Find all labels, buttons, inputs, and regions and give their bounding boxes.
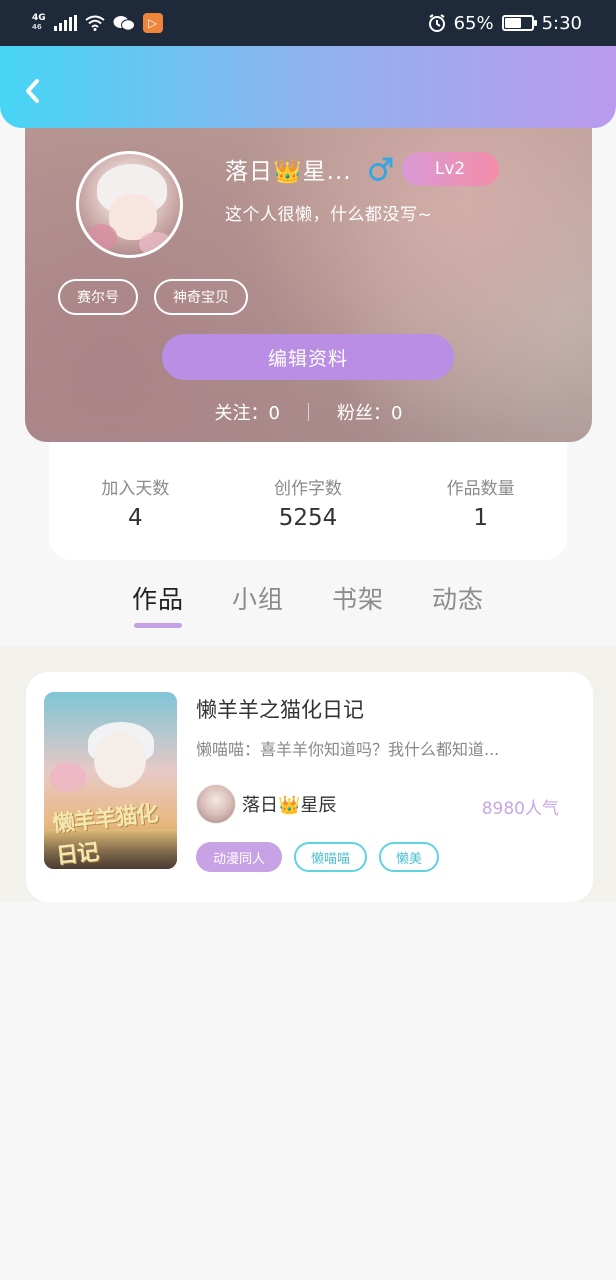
list-item[interactable]: 懒羊羊猫化日记 懒羊羊之猫化日记 懒喵喵：喜羊羊你知道吗？我什么都知道... 落…	[26, 672, 593, 902]
alarm-icon	[428, 14, 445, 32]
stat-value: 1	[473, 505, 488, 531]
status-bar: 4G 46 ▷ 65% 5:30	[0, 0, 616, 46]
network-sub: 46	[32, 23, 42, 31]
followers-count[interactable]: 粉丝：0	[337, 399, 402, 425]
tab-groups[interactable]: 小组	[232, 574, 284, 646]
stat-label: 创作字数	[273, 479, 342, 499]
back-button[interactable]	[20, 76, 44, 106]
wifi-icon	[85, 15, 105, 31]
status-left: 4G 46 ▷	[32, 13, 163, 33]
works-list: 懒羊羊猫化日记 懒羊羊之猫化日记 懒喵喵：喜羊羊你知道吗？我什么都知道... 落…	[0, 646, 616, 902]
category-tag[interactable]: 动漫同人	[196, 842, 283, 872]
author-row[interactable]: 落日👑星辰	[196, 784, 336, 824]
tab-works[interactable]: 作品	[132, 574, 184, 646]
top-header	[0, 46, 616, 128]
screen: 4G 46 ▷ 65% 5:30 落日👑星... Lv2 这个人很懒，什么都没写…	[0, 0, 616, 1280]
interest-tag[interactable]: 赛尔号	[58, 279, 138, 315]
avatar[interactable]	[76, 151, 183, 258]
stat-value: 4	[128, 505, 143, 531]
follow-stats: 关注：0 粉丝：0	[25, 398, 592, 426]
level-badge: Lv2	[401, 152, 499, 186]
stat-label: 作品数量	[446, 479, 515, 499]
keyword-tag[interactable]: 懒美	[379, 842, 440, 872]
tab-activity[interactable]: 动态	[432, 574, 484, 646]
wechat-icon	[113, 16, 135, 31]
stat-label: 加入天数	[101, 479, 170, 499]
stat-works-count: 作品数量 1	[401, 474, 561, 560]
clock: 5:30	[541, 12, 582, 34]
tab-bookshelf[interactable]: 书架	[332, 574, 384, 646]
stat-value: 5254	[278, 505, 338, 531]
male-symbol-icon	[368, 157, 393, 181]
cover-title: 懒羊羊猫化日记	[51, 801, 159, 869]
author-name: 落日👑星辰	[242, 795, 337, 816]
author-avatar[interactable]	[196, 784, 236, 824]
interest-tags: 赛尔号 神奇宝贝	[58, 279, 248, 315]
app-notification-icon: ▷	[142, 13, 163, 33]
work-tags: 动漫同人 懒喵喵 懒美	[196, 842, 440, 872]
status-right: 65% 5:30	[428, 13, 582, 34]
keyword-tag[interactable]: 懒喵喵	[294, 842, 368, 872]
interest-tag[interactable]: 神奇宝贝	[154, 279, 248, 315]
network-indicator: 4G 46	[32, 14, 46, 32]
user-bio: 这个人很懒，什么都没写~	[225, 205, 433, 225]
network-type: 4G	[32, 13, 46, 23]
stat-join-days: 加入天数 4	[55, 474, 215, 560]
following-count[interactable]: 关注：0	[215, 399, 280, 425]
name-row: 落日👑星... Lv2	[225, 152, 499, 186]
stat-word-count: 创作字数 5254	[228, 474, 388, 560]
signal-icon	[53, 15, 77, 31]
chevron-left-icon	[26, 79, 39, 103]
profile-tabs: 作品 小组 书架 动态	[0, 574, 616, 646]
divider	[308, 403, 309, 421]
popularity-count: 8980人气	[481, 799, 559, 819]
work-title[interactable]: 懒羊羊之猫化日记	[196, 694, 364, 724]
book-cover[interactable]: 懒羊羊猫化日记	[44, 692, 177, 869]
profile-card: 落日👑星... Lv2 这个人很懒，什么都没写~ 赛尔号 神奇宝贝 编辑资料 关…	[25, 110, 592, 442]
battery-icon	[501, 15, 537, 31]
work-description: 懒喵喵：喜羊羊你知道吗？我什么都知道...	[196, 740, 500, 759]
battery-percent: 65%	[453, 12, 494, 34]
user-name: 落日👑星...	[225, 159, 352, 185]
edit-profile-button[interactable]: 编辑资料	[162, 334, 454, 380]
